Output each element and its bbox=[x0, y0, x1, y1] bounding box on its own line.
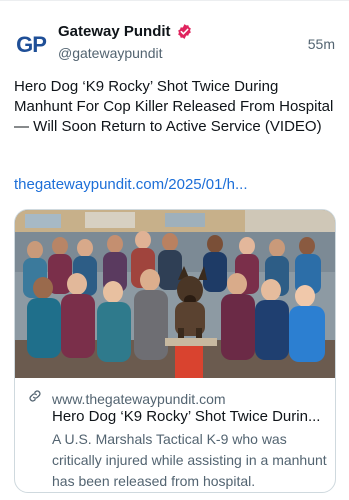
divider bbox=[0, 0, 349, 1]
card-image[interactable] bbox=[15, 210, 335, 378]
link-icon bbox=[27, 388, 43, 409]
card-footer[interactable]: www.thegatewaypundit.com Hero Dog ‘K9 Ro… bbox=[15, 378, 335, 492]
avatar-logo: GP bbox=[16, 32, 47, 57]
avatar[interactable]: GP bbox=[14, 28, 48, 62]
verified-badge-icon bbox=[176, 23, 193, 40]
card-description: A U.S. Marshals Tactical K-9 who was cri… bbox=[52, 431, 327, 489]
post-link[interactable]: thegatewaypundit.com/2025/01/h... bbox=[14, 176, 248, 193]
link-preview-card[interactable]: www.thegatewaypundit.com Hero Dog ‘K9 Ro… bbox=[14, 209, 336, 493]
card-domain: www.thegatewaypundit.com bbox=[52, 390, 226, 407]
author-row: Gateway Pundit bbox=[58, 23, 193, 40]
author-name[interactable]: Gateway Pundit bbox=[58, 23, 171, 40]
card-domain-row: www.thegatewaypundit.com bbox=[27, 388, 226, 409]
card-title[interactable]: Hero Dog ‘K9 Rocky’ Shot Twice Durin... bbox=[52, 408, 328, 425]
post-item[interactable]: GP Gateway Pundit @gatewaypundit 55m Her… bbox=[0, 0, 349, 500]
post-timestamp[interactable]: 55m bbox=[308, 36, 335, 52]
post-text: Hero Dog ‘K9 Rocky’ Shot Twice During Ma… bbox=[14, 78, 334, 135]
author-handle[interactable]: @gatewaypundit bbox=[58, 45, 163, 61]
